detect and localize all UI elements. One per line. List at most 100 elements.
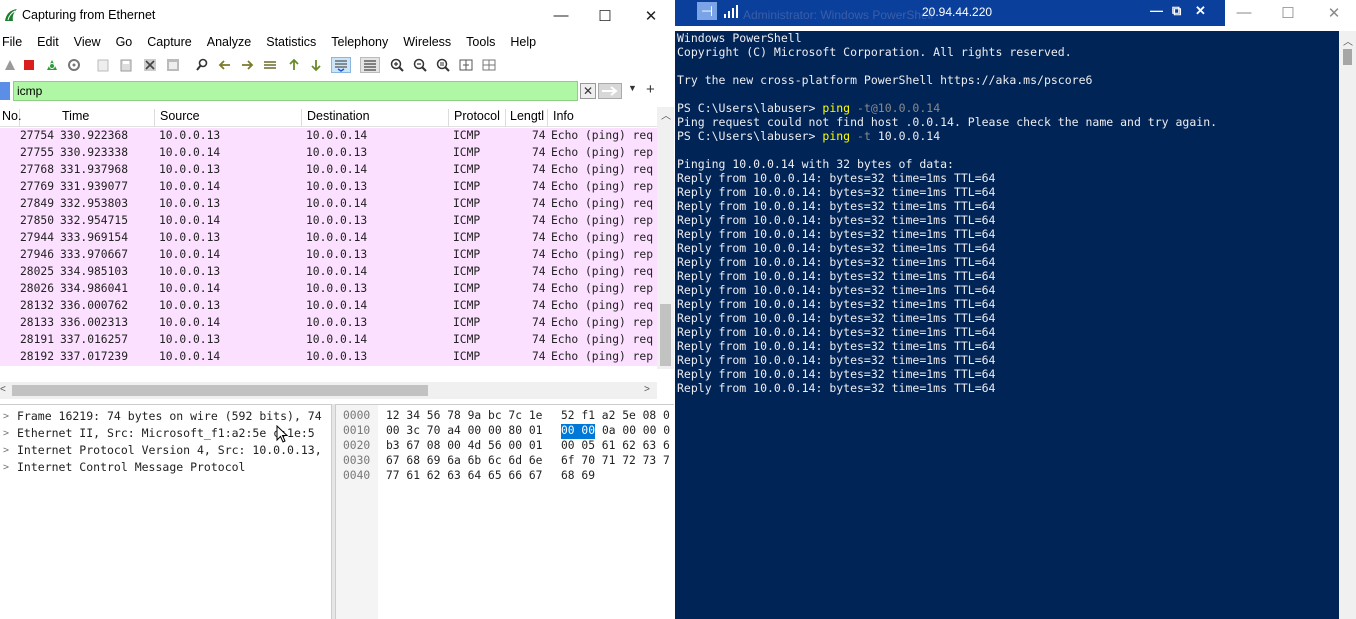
menu-go[interactable]: Go bbox=[114, 33, 139, 53]
packet-row[interactable]: 27755 330.923338 10.0.0.14 10.0.0.13 ICMP 74 E… bbox=[0, 145, 657, 162]
chevron-right-icon[interactable]: > bbox=[3, 459, 9, 476]
detail-icmp[interactable]: > Internet Control Message Protocol bbox=[0, 459, 331, 476]
detail-frame[interactable]: > Frame 16219: 74 bytes on wire (592 bits… bbox=[0, 408, 331, 425]
go-last-packet-icon[interactable] bbox=[308, 57, 324, 73]
hex-bytes[interactable]: 77 61 62 63 64 65 66 67 bbox=[386, 469, 542, 484]
capture-options-icon[interactable] bbox=[66, 57, 82, 73]
chevron-down-icon[interactable]: ▼ bbox=[628, 83, 637, 93]
close-button[interactable]: ✕ bbox=[628, 0, 674, 31]
chevron-right-icon[interactable]: > bbox=[3, 442, 9, 459]
hex-bytes[interactable]: b3 67 08 00 4d 56 00 01 bbox=[386, 439, 542, 454]
menu-edit[interactable]: Edit bbox=[35, 33, 65, 53]
packet-row[interactable]: 28026 334.986041 10.0.0.14 10.0.0.13 ICMP 74 E… bbox=[0, 281, 657, 298]
rdp-close-button[interactable]: ✕ bbox=[1195, 3, 1206, 19]
menu-analyze[interactable]: Analyze bbox=[205, 33, 257, 53]
packet-row[interactable]: 27768 331.937968 10.0.0.13 10.0.0.14 ICMP 74 E… bbox=[0, 162, 657, 179]
resize-columns-icon[interactable] bbox=[458, 57, 474, 73]
powershell-console[interactable]: Windows PowerShell Copyright (C) Microso… bbox=[675, 31, 1339, 619]
scroll-left-icon[interactable]: < bbox=[0, 384, 6, 395]
menu-help[interactable]: Help bbox=[508, 33, 542, 53]
add-filter-button-icon[interactable]: + bbox=[646, 81, 655, 98]
hex-bytes[interactable]: 67 68 69 6a 6b 6c 6d 6e bbox=[386, 454, 542, 469]
reload-file-icon[interactable] bbox=[165, 57, 181, 73]
zoom-out-icon[interactable] bbox=[412, 57, 428, 73]
autoscroll-icon[interactable] bbox=[331, 57, 351, 73]
hex-bytes[interactable]: 12 34 56 78 9a bc 7c 1e bbox=[386, 409, 542, 424]
scroll-thumb[interactable] bbox=[1343, 49, 1352, 65]
save-file-icon[interactable] bbox=[118, 57, 134, 73]
cell-info: Echo (ping) req bbox=[551, 231, 654, 244]
go-back-icon[interactable] bbox=[217, 57, 233, 73]
packet-list-vscrollbar[interactable]: ︿ bbox=[657, 107, 674, 369]
console-scrollbar[interactable]: ︿ bbox=[1339, 31, 1356, 619]
packet-row[interactable]: 28132 336.000762 10.0.0.13 10.0.0.14 ICMP 74 E… bbox=[0, 298, 657, 315]
packet-list-hscrollbar[interactable]: < > bbox=[0, 382, 657, 399]
layout-icon[interactable] bbox=[481, 57, 497, 73]
apply-filter-icon[interactable] bbox=[598, 83, 622, 99]
display-filter-input[interactable]: icmp bbox=[13, 81, 578, 101]
menu-telephony[interactable]: Telephony bbox=[329, 33, 394, 53]
hex-bytes[interactable]: 68 69 bbox=[561, 469, 595, 484]
menu-capture[interactable]: Capture bbox=[145, 33, 197, 53]
packet-row[interactable]: 27754 330.922368 10.0.0.13 10.0.0.14 ICMP 74 E… bbox=[0, 128, 657, 145]
menu-tools[interactable]: Tools bbox=[464, 33, 501, 53]
go-first-packet-icon[interactable] bbox=[286, 57, 302, 73]
hex-bytes[interactable]: 00 3c 70 a4 00 00 80 01 bbox=[386, 424, 542, 439]
scroll-thumb[interactable] bbox=[12, 385, 428, 396]
scroll-thumb[interactable] bbox=[660, 304, 671, 366]
minimize-button[interactable]: — bbox=[538, 0, 584, 31]
hex-bytes[interactable]: 6f 70 71 72 73 7 bbox=[561, 454, 670, 469]
menu-wireless[interactable]: Wireless bbox=[401, 33, 457, 53]
packet-row[interactable]: 28133 336.002313 10.0.0.14 10.0.0.13 ICMP 74 E… bbox=[0, 315, 657, 332]
zoom-reset-icon[interactable] bbox=[435, 57, 451, 73]
detail-ipv4[interactable]: > Internet Protocol Version 4, Src: 10.0.… bbox=[0, 442, 331, 459]
rdp-restore-button[interactable]: ⧉ bbox=[1172, 3, 1181, 19]
scroll-up-icon[interactable]: ︿ bbox=[1343, 33, 1353, 48]
maximize-button[interactable]: ☐ bbox=[582, 0, 628, 31]
bookmark-icon[interactable] bbox=[0, 82, 10, 100]
go-forward-icon[interactable] bbox=[239, 57, 255, 73]
menu-file[interactable]: File bbox=[0, 33, 28, 53]
go-to-packet-icon[interactable] bbox=[262, 57, 278, 73]
col-destination[interactable]: Destination bbox=[305, 109, 449, 127]
packet-row[interactable]: 28191 337.016257 10.0.0.13 10.0.0.14 ICMP 74 E… bbox=[0, 332, 657, 349]
chevron-right-icon[interactable]: > bbox=[3, 408, 9, 425]
col-source[interactable]: Source bbox=[158, 109, 302, 127]
colorize-icon[interactable] bbox=[360, 57, 380, 73]
start-capture-icon[interactable] bbox=[2, 57, 18, 73]
col-length[interactable]: Lengtl bbox=[508, 109, 548, 127]
col-protocol[interactable]: Protocol bbox=[452, 109, 506, 127]
menu-statistics[interactable]: Statistics bbox=[264, 33, 322, 53]
col-info[interactable]: Info bbox=[551, 109, 651, 127]
rdp-minimize-button[interactable]: — bbox=[1150, 3, 1163, 18]
scroll-up-icon[interactable]: ︿ bbox=[661, 107, 671, 122]
hex-bytes[interactable]: 0a 00 00 0 bbox=[602, 424, 670, 439]
packet-row[interactable]: 28192 337.017239 10.0.0.14 10.0.0.13 ICMP 74 E… bbox=[0, 349, 657, 366]
close-file-icon[interactable] bbox=[142, 57, 158, 73]
outer-maximize-button[interactable]: ☐ bbox=[1265, 4, 1311, 26]
outer-close-button[interactable]: ✕ bbox=[1311, 4, 1356, 26]
hex-bytes[interactable]: 52 f1 a2 5e 08 0 bbox=[561, 409, 670, 424]
clear-filter-icon[interactable]: ✕ bbox=[580, 83, 596, 99]
packet-row[interactable]: 27946 333.970667 10.0.0.14 10.0.0.13 ICMP 74 E… bbox=[0, 247, 657, 264]
col-no[interactable]: No. bbox=[0, 109, 21, 127]
packet-row[interactable]: 27944 333.969154 10.0.0.13 10.0.0.14 ICMP 74 E… bbox=[0, 230, 657, 247]
ping-reply-line: Reply from 10.0.0.14: bytes=32 time=1ms … bbox=[677, 269, 996, 283]
restart-capture-icon[interactable] bbox=[44, 57, 60, 73]
zoom-in-icon[interactable] bbox=[389, 57, 405, 73]
find-packet-icon[interactable] bbox=[194, 57, 210, 73]
menu-view[interactable]: View bbox=[72, 33, 107, 53]
packet-row[interactable]: 27850 332.954715 10.0.0.14 10.0.0.13 ICMP 74 E… bbox=[0, 213, 657, 230]
stop-capture-icon[interactable] bbox=[21, 57, 37, 73]
col-time[interactable]: Time bbox=[60, 109, 155, 127]
chevron-right-icon[interactable]: > bbox=[3, 425, 9, 442]
open-file-icon[interactable] bbox=[95, 57, 111, 73]
scroll-right-icon[interactable]: > bbox=[644, 384, 650, 395]
hex-bytes[interactable]: 00 05 61 62 63 6 bbox=[561, 439, 670, 454]
outer-minimize-button[interactable]: — bbox=[1221, 4, 1267, 26]
packet-row[interactable]: 27769 331.939077 10.0.0.14 10.0.0.13 ICMP 74 E… bbox=[0, 179, 657, 196]
hex-selected-bytes[interactable]: 00 00 bbox=[561, 424, 596, 439]
pin-icon[interactable]: ⊣ bbox=[697, 2, 717, 20]
packet-row[interactable]: 27849 332.953803 10.0.0.13 10.0.0.14 ICMP 74 E… bbox=[0, 196, 657, 213]
packet-row[interactable]: 28025 334.985103 10.0.0.13 10.0.0.14 ICMP 74 E… bbox=[0, 264, 657, 281]
